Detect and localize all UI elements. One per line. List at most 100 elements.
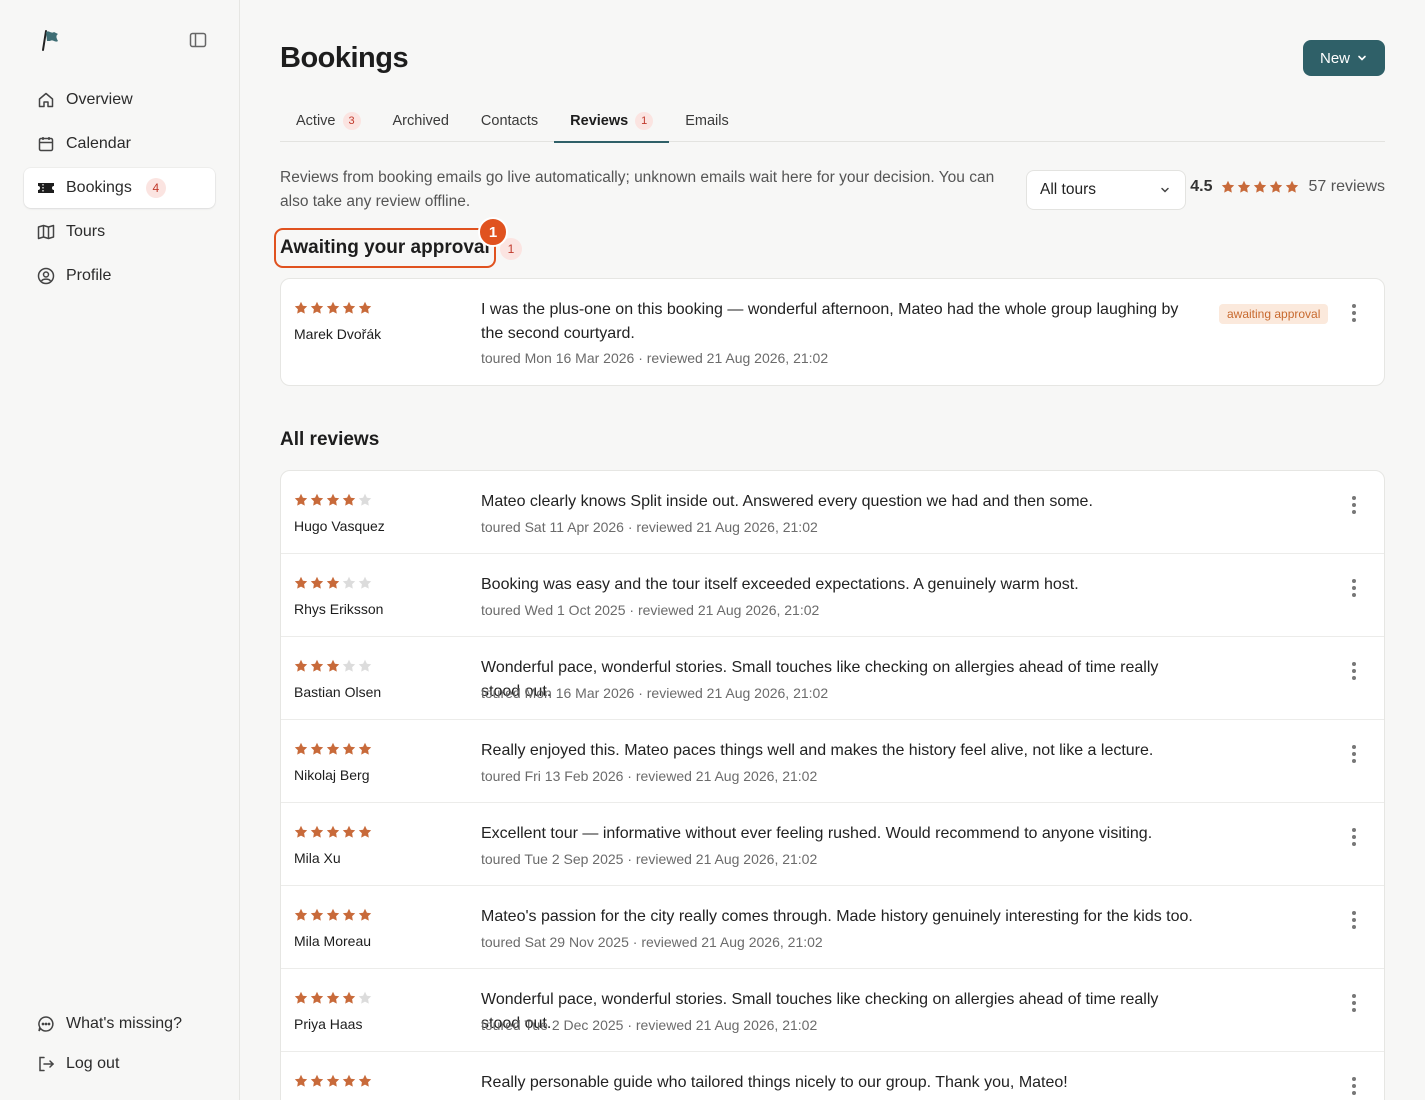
star-icon <box>358 493 372 506</box>
star-icon <box>1237 180 1250 193</box>
star-icon <box>342 301 356 314</box>
sidebar-item-logout[interactable]: Log out <box>24 1044 215 1084</box>
tab-label: Emails <box>685 113 729 129</box>
more-options-icon[interactable] <box>1346 661 1362 681</box>
sidebar-item-bookings[interactable]: Bookings 4 <box>24 168 215 208</box>
star-icon <box>294 991 308 1004</box>
reviewer-name: Nikolaj Berg <box>294 767 370 783</box>
star-icon <box>1269 180 1282 193</box>
star-icon <box>326 659 340 672</box>
approval-heading-highlight: Awaiting your approval <box>274 228 496 268</box>
chat-icon <box>37 1015 55 1033</box>
review-row: Marek Dvořák I was the plus-one on this … <box>281 279 1384 385</box>
review-row: Really personable guide who tailored thi… <box>281 1052 1384 1100</box>
star-icon <box>326 1074 340 1087</box>
more-options-icon[interactable] <box>1346 578 1362 598</box>
review-stars <box>294 493 372 507</box>
approval-heading: Awaiting your approval <box>280 237 490 258</box>
sidebar-item-whats-missing[interactable]: What's missing? <box>24 1004 215 1044</box>
star-icon <box>342 659 356 672</box>
review-meta: toured Wed 1 Oct 2025 · reviewed 21 Aug … <box>481 602 820 618</box>
rating-average: 4.5 <box>1190 178 1213 195</box>
review-meta: toured Tue 2 Sep 2025 · reviewed 21 Aug … <box>481 851 818 867</box>
more-options-icon[interactable] <box>1346 827 1362 847</box>
star-icon <box>294 659 308 672</box>
star-icon <box>358 991 372 1004</box>
star-icon <box>1221 180 1234 193</box>
ticket-icon <box>37 179 55 197</box>
calendar-icon <box>37 135 55 153</box>
review-text: I was the plus-one on this booking — won… <box>481 301 1179 342</box>
sidebar-footer: What's missing? Log out <box>24 1004 215 1084</box>
review-stars <box>294 576 372 590</box>
star-icon <box>310 825 324 838</box>
star-icon <box>294 825 308 838</box>
review-meta: toured Sat 29 Nov 2025 · reviewed 21 Aug… <box>481 934 823 950</box>
new-button[interactable]: New <box>1303 40 1385 76</box>
tab-archived[interactable]: Archived <box>377 100 465 142</box>
review-row: Nikolaj Berg Really enjoyed this. Mateo p… <box>281 720 1384 803</box>
rating-count: 57 reviews <box>1308 178 1385 195</box>
star-icon <box>294 1074 308 1087</box>
star-icon <box>326 576 340 589</box>
star-icon <box>326 908 340 921</box>
review-text: Really personable guide who tailored thi… <box>481 1074 1068 1091</box>
star-icon <box>358 825 372 838</box>
tab-reviews[interactable]: Reviews 1 <box>554 100 670 143</box>
review-meta: toured Tue 2 Dec 2025 · reviewed 21 Aug … <box>481 1017 818 1033</box>
star-icon <box>310 1074 324 1087</box>
star-icon <box>326 301 340 314</box>
reviewer-name: Mila Xu <box>294 850 341 866</box>
sidebar-item-tours[interactable]: Tours <box>24 212 215 252</box>
review-text: Excellent tour — informative without eve… <box>481 825 1153 842</box>
review-stars <box>294 1074 372 1088</box>
star-icon <box>326 991 340 1004</box>
more-options-icon[interactable] <box>1346 495 1362 515</box>
more-options-icon[interactable] <box>1346 993 1362 1013</box>
reviewer-name: Hugo Vasquez <box>294 518 385 534</box>
star-icon <box>294 742 308 755</box>
sidebar: Overview Calendar Bookings 4 Tours Profi… <box>0 0 240 1100</box>
review-row: Mila Xu Excellent tour — informative with… <box>281 803 1384 886</box>
all-reviews-heading: All reviews <box>280 429 380 450</box>
star-icon <box>310 991 324 1004</box>
star-icon <box>1285 180 1298 193</box>
tab-contacts[interactable]: Contacts <box>465 100 554 142</box>
star-icon <box>1253 180 1266 193</box>
more-options-icon[interactable] <box>1346 744 1362 764</box>
more-options-icon[interactable] <box>1346 1076 1362 1096</box>
review-text: Mateo's passion for the city really come… <box>481 908 1193 925</box>
tab-emails[interactable]: Emails <box>669 100 745 142</box>
star-icon <box>326 825 340 838</box>
star-icon <box>342 1074 356 1087</box>
star-icon <box>342 742 356 755</box>
sidebar-toggle-icon[interactable] <box>188 30 208 50</box>
rating-summary: 4.5 57 reviews <box>1190 178 1385 196</box>
all-reviews-list: Hugo Vasquez Mateo clearly knows Split in… <box>280 470 1385 1100</box>
rating-stars <box>1221 180 1299 194</box>
review-text: Mateo clearly knows Split inside out. An… <box>481 493 1093 510</box>
tour-filter-select[interactable]: All tours <box>1026 170 1186 210</box>
star-icon <box>358 301 372 314</box>
star-icon <box>294 493 308 506</box>
sidebar-item-calendar[interactable]: Calendar <box>24 124 215 164</box>
sidebar-item-profile[interactable]: Profile <box>24 256 215 296</box>
sidebar-item-label: Profile <box>66 267 112 284</box>
star-icon <box>342 576 356 589</box>
flag-logo-icon[interactable] <box>38 28 62 52</box>
bookings-count-badge: 4 <box>145 178 166 198</box>
review-text: Booking was easy and the tour itself exc… <box>481 576 1079 593</box>
review-row: Bastian Olsen Wonderful pace, wonderful s… <box>281 637 1384 720</box>
star-icon <box>310 742 324 755</box>
approval-notification-badge: 1 <box>478 217 508 247</box>
review-stars <box>294 991 372 1005</box>
star-icon <box>294 576 308 589</box>
tab-label: Contacts <box>480 113 539 129</box>
tab-active[interactable]: Active 3 <box>280 100 377 142</box>
sidebar-item-overview[interactable]: Overview <box>24 80 215 120</box>
star-icon <box>310 659 324 672</box>
reviewer-name: Marek Dvořák <box>294 326 382 342</box>
more-options-icon[interactable] <box>1346 303 1362 323</box>
more-options-icon[interactable] <box>1346 910 1362 930</box>
tab-badge: 1 <box>635 112 654 130</box>
